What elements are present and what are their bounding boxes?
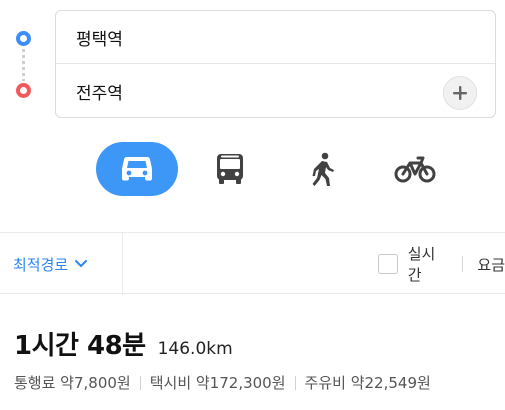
walk-icon	[312, 152, 334, 186]
sort-label: 최적경로	[13, 255, 69, 274]
mode-bike-tab[interactable]	[390, 142, 440, 196]
fee-separator	[139, 375, 141, 390]
route-options-bar: 최적경로 실시간 요금	[0, 232, 505, 295]
add-waypoint-button[interactable]	[443, 76, 477, 110]
route-connector	[22, 49, 25, 81]
mode-car-tab[interactable]	[96, 142, 178, 196]
taxi-fee: 택시비 약172,300원	[149, 374, 286, 392]
origin-field[interactable]: 평택역	[56, 11, 495, 64]
toll-fee: 통행료 약7,800원	[14, 374, 131, 392]
route-distance: 146.0km	[157, 339, 233, 359]
fee-separator	[294, 375, 296, 390]
options-separator	[462, 256, 464, 272]
destination-field[interactable]: 전주역	[56, 65, 495, 118]
realtime-label: 실시간	[407, 245, 436, 284]
route-input-box: 평택역 전주역	[55, 10, 496, 118]
realtime-checkbox[interactable]	[378, 254, 398, 274]
route-fees: 통행료 약7,800원 택시비 약172,300원 주유비 약22,549원	[14, 372, 431, 393]
mode-walk-tab[interactable]	[298, 142, 348, 196]
bus-icon	[217, 154, 243, 184]
realtime-toggle[interactable]: 실시간 요금	[378, 233, 505, 295]
origin-text: 평택역	[76, 29, 123, 50]
mode-bus-tab[interactable]	[205, 142, 255, 196]
destination-text: 전주역	[76, 84, 123, 104]
destination-marker-icon	[16, 83, 31, 98]
chevron-down-icon	[74, 259, 88, 269]
sort-dropdown[interactable]: 최적경로	[13, 233, 88, 295]
options-divider	[122, 233, 123, 295]
bike-icon	[394, 156, 436, 183]
origin-marker-icon	[16, 31, 31, 46]
plus-icon	[453, 86, 467, 100]
route-summary: 1시간 48분 146.0km	[14, 325, 233, 362]
fee-tab[interactable]: 요금	[477, 254, 505, 275]
fuel-fee: 주유비 약22,549원	[304, 374, 431, 392]
car-icon	[122, 156, 152, 181]
transport-mode-tabs	[0, 142, 505, 196]
route-duration: 1시간 48분	[14, 331, 146, 361]
